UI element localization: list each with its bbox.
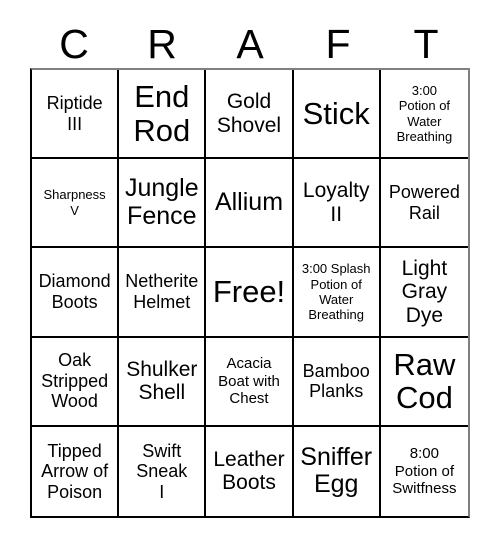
bingo-cell-r5c4[interactable]: Sniffer Egg — [293, 426, 381, 516]
bingo-cell-label: Acacia Boat with Chest — [218, 355, 280, 407]
bingo-cell-r1c2[interactable]: End Rod — [119, 70, 207, 160]
bingo-cell-r3c3[interactable]: Free! — [206, 248, 294, 338]
bingo-cell-r2c5[interactable]: Powered Rail — [380, 159, 468, 249]
bingo-cell-label: Netherite Helmet — [125, 271, 199, 312]
bingo-cell-r5c2[interactable]: Swift Sneak I — [119, 426, 207, 516]
bingo-cell-label: Leather Boots — [213, 447, 285, 495]
bingo-cell-label: Free! — [212, 274, 286, 310]
bingo-cell-r4c3[interactable]: Acacia Boat with Chest — [206, 337, 294, 427]
bingo-cell-label: Sniffer Egg — [300, 442, 373, 499]
bingo-cell-r4c1[interactable]: Oak Stripped Wood — [32, 337, 120, 427]
bingo-header-row: C R A F T — [30, 18, 470, 66]
bingo-cell-r2c4[interactable]: Loyalty II — [293, 159, 381, 249]
bingo-cell-label: 3:00 Splash Potion of Water Breathing — [301, 261, 371, 323]
bingo-cell-label: Sharpness V — [43, 187, 106, 218]
bingo-cell-label: Jungle Fence — [124, 174, 199, 230]
bingo-cell-label: Powered Rail — [388, 182, 460, 223]
header-letter-5: T — [413, 21, 439, 67]
bingo-cell-r2c3[interactable]: Allium — [206, 159, 294, 249]
bingo-cell-label: Raw Cod — [393, 346, 456, 416]
bingo-cell-label: Diamond Boots — [38, 271, 111, 312]
bingo-cell-label: Bamboo Planks — [302, 360, 370, 402]
bingo-grid: Riptide III End Rod Gold Shovel Stick 3:00 P… — [30, 68, 470, 518]
bingo-cell-r2c1[interactable]: Sharpness V — [32, 159, 120, 249]
bingo-cell-r4c2[interactable]: Shulker Shell — [119, 337, 207, 427]
bingo-cell-r5c1[interactable]: Tipped Arrow of Poison — [32, 426, 120, 516]
bingo-cell-r3c5[interactable]: Light Gray Dye — [380, 248, 468, 338]
bingo-cell-r2c2[interactable]: Jungle Fence — [119, 159, 207, 249]
header-letter-4: F — [325, 21, 351, 67]
bingo-cell-r3c1[interactable]: Diamond Boots — [32, 248, 120, 338]
header-letter-2: R — [147, 21, 177, 67]
bingo-cell-r1c4[interactable]: Stick — [293, 70, 381, 160]
bingo-cell-r4c4[interactable]: Bamboo Planks — [293, 337, 381, 427]
bingo-cell-label: Swift Sneak I — [136, 440, 188, 502]
bingo-cell-label: 3:00 Potion of Water Breathing — [396, 82, 453, 144]
bingo-cell-r1c1[interactable]: Riptide III — [32, 70, 120, 160]
header-letter-1: C — [59, 21, 89, 67]
bingo-cell-label: Gold Shovel — [216, 90, 282, 137]
bingo-cell-label: 8:00 Potion of Switfness — [392, 445, 457, 498]
bingo-cell-r4c5[interactable]: Raw Cod — [380, 337, 468, 427]
bingo-cell-r5c3[interactable]: Leather Boots — [206, 426, 294, 516]
bingo-cell-label: Shulker Shell — [126, 357, 198, 405]
bingo-cell-label: Stick — [302, 95, 370, 131]
bingo-cell-label: Loyalty II — [302, 179, 370, 226]
bingo-cell-r3c2[interactable]: Netherite Helmet — [119, 248, 207, 338]
bingo-cell-label: Light Gray Dye — [401, 256, 448, 327]
bingo-cell-label: Oak Stripped Wood — [41, 350, 109, 412]
header-letter-3: A — [236, 21, 264, 67]
bingo-cell-r1c5[interactable]: 3:00 Potion of Water Breathing — [380, 70, 468, 160]
bingo-cell-label: Riptide III — [46, 93, 103, 134]
bingo-cell-r5c5[interactable]: 8:00 Potion of Switfness — [380, 426, 468, 516]
bingo-cell-r1c3[interactable]: Gold Shovel — [206, 70, 294, 160]
bingo-card: C R A F T Riptide III End Rod Gold Shovel S… — [0, 0, 500, 544]
bingo-cell-label: Allium — [214, 188, 284, 217]
bingo-cell-label: End Rod — [133, 79, 191, 148]
bingo-cell-label: Tipped Arrow of Poison — [41, 440, 109, 502]
bingo-cell-r3c4[interactable]: 3:00 Splash Potion of Water Breathing — [293, 248, 381, 338]
